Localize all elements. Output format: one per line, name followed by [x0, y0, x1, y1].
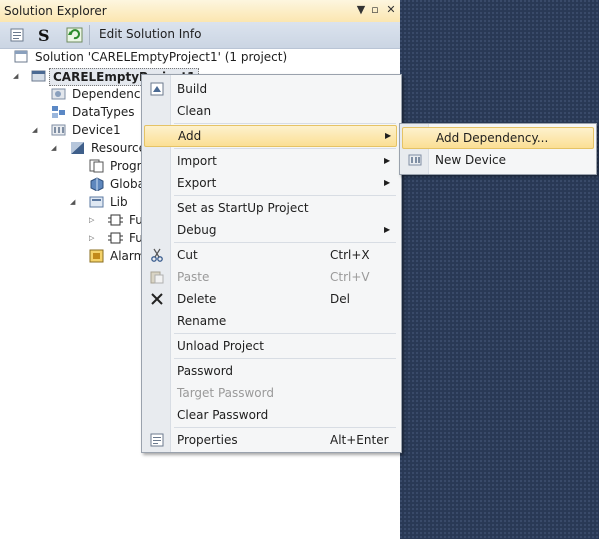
- project-icon: [31, 70, 46, 82]
- collapse-icon[interactable]: ◢: [51, 144, 59, 152]
- globals-icon: [90, 177, 104, 191]
- alarms-icon: [89, 249, 104, 263]
- solution-icon: [14, 50, 28, 63]
- paste-icon: [150, 271, 164, 284]
- resource-icon: [71, 142, 84, 154]
- menu-separator: [174, 148, 396, 149]
- menu-separator: [174, 242, 396, 243]
- context-menu: Build Clean Add ▶ Import ▶ Export ▶ Set …: [141, 74, 402, 453]
- edit-solution-info-button[interactable]: Edit Solution Info: [99, 27, 201, 41]
- shortcut-label: Ctrl+X: [330, 248, 370, 262]
- delete-icon: [151, 293, 163, 305]
- shortcut-label: Alt+Enter: [330, 433, 389, 447]
- menu-item-export[interactable]: Export ▶: [144, 173, 397, 193]
- menu-separator: [174, 333, 396, 334]
- menu-item-delete[interactable]: Delete Del: [144, 289, 397, 309]
- library-icon: [89, 196, 104, 208]
- collapse-icon[interactable]: ◢: [32, 126, 40, 134]
- menu-item-password[interactable]: Password: [144, 361, 397, 381]
- collapse-icon[interactable]: ◢: [13, 72, 21, 80]
- dependencies-icon: [51, 88, 66, 100]
- menu-item-target-password: Target Password: [177, 386, 274, 400]
- expand-icon[interactable]: ▷: [89, 234, 97, 242]
- menu-item-rename[interactable]: Rename: [144, 311, 397, 331]
- expand-icon[interactable]: ▷: [89, 216, 97, 224]
- show-all-files-icon[interactable]: S: [35, 26, 53, 44]
- maximize-icon[interactable]: ▫: [368, 3, 382, 17]
- tree-item-solution[interactable]: Solution 'CARELEmptyProject1' (1 project…: [0, 48, 400, 66]
- datatypes-icon: [52, 106, 65, 118]
- properties-icon: [150, 433, 164, 447]
- menu-item-import[interactable]: Import ▶: [144, 151, 397, 171]
- function-block-icon: [108, 214, 123, 226]
- menu-item-unload-project[interactable]: Unload Project: [144, 336, 397, 356]
- panel-toolbar: S Edit Solution Info: [0, 22, 400, 49]
- device-icon: [408, 154, 422, 166]
- shortcut-label: Ctrl+V: [330, 270, 370, 284]
- menu-separator: [174, 195, 396, 196]
- add-submenu: Add Dependency... New Device: [399, 123, 597, 175]
- submenu-arrow-icon: ▶: [385, 131, 392, 140]
- menu-item-clear-password[interactable]: Clear Password: [144, 405, 397, 425]
- menu-item-debug[interactable]: Debug ▶: [144, 220, 397, 240]
- panel-titlebar: Solution Explorer ▼ ▫ ✕: [0, 0, 400, 23]
- menu-separator: [174, 358, 396, 359]
- menu-separator: [174, 427, 396, 428]
- tree-label-lib: Lib: [110, 195, 128, 209]
- menu-item-cut[interactable]: Cut Ctrl+X: [144, 245, 397, 265]
- submenu-arrow-icon: ▶: [384, 225, 391, 234]
- toolbar-separator: [89, 25, 90, 45]
- tree-label-datatypes: DataTypes: [72, 105, 135, 119]
- tree-label-solution: Solution 'CARELEmptyProject1' (1 project…: [35, 50, 288, 64]
- menu-item-build[interactable]: Build: [144, 79, 397, 99]
- menu-item-properties[interactable]: Properties Alt+Enter: [144, 430, 397, 450]
- tree-label-device: Device1: [72, 123, 121, 137]
- menu-item-set-startup[interactable]: Set as StartUp Project: [144, 198, 397, 218]
- svg-text:S: S: [38, 26, 50, 44]
- programs-icon: [89, 159, 104, 173]
- menu-item-clean[interactable]: Clean: [144, 101, 397, 121]
- menu-item-new-device[interactable]: New Device: [402, 150, 594, 170]
- panel-title: Solution Explorer: [4, 4, 107, 18]
- device-icon: [51, 124, 66, 136]
- scissors-icon: [151, 248, 163, 262]
- dropdown-icon[interactable]: ▼: [354, 3, 368, 17]
- collapse-icon[interactable]: ◢: [70, 198, 78, 206]
- menu-item-add-dependency[interactable]: Add Dependency...: [402, 127, 594, 149]
- submenu-arrow-icon: ▶: [384, 156, 391, 165]
- refresh-icon[interactable]: [66, 26, 84, 44]
- build-icon: [150, 82, 164, 96]
- shortcut-label: Del: [330, 292, 350, 306]
- submenu-arrow-icon: ▶: [384, 178, 391, 187]
- menu-item-paste: Paste Ctrl+V: [144, 267, 397, 287]
- menu-item-add[interactable]: Add ▶: [144, 125, 397, 147]
- menu-separator: [174, 123, 396, 124]
- function-block-icon: [108, 232, 123, 244]
- properties-icon[interactable]: [9, 26, 27, 44]
- close-icon[interactable]: ✕: [384, 3, 398, 17]
